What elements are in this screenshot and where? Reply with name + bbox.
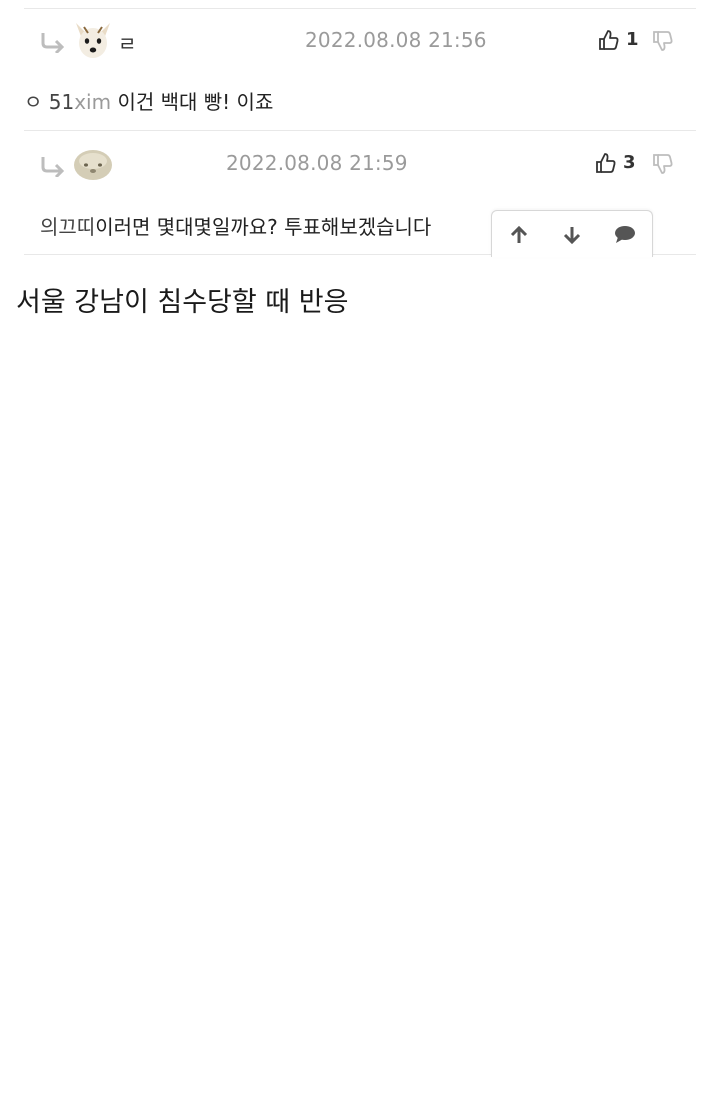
comment-author-nickname[interactable]: ㄹ: [118, 28, 136, 57]
mention-username[interactable]: xim: [74, 90, 111, 114]
like-count: 1: [626, 29, 639, 50]
avatar-animal-icon[interactable]: [72, 143, 114, 185]
comment-text: 이건 백대 빵! 이죠: [111, 90, 274, 114]
like-count: 3: [623, 152, 636, 173]
mention-prefix: ㅇ 51: [24, 90, 75, 114]
comment-body: 의끄띠이러면 몇대몇일까요? 투표해보겠습니다: [40, 211, 431, 240]
comment-timestamp: 2022.08.08 21:59: [226, 151, 408, 175]
thumbs-up-icon[interactable]: [595, 152, 617, 174]
post-title: 서울 강남이 침수당할 때 반응: [16, 287, 349, 318]
comment-body: ㅇ 51xim 이건 백대 빵! 이죠: [24, 86, 273, 115]
arrow-up-icon: [510, 225, 528, 243]
comment-divider: [24, 130, 696, 131]
top-divider: [24, 8, 696, 9]
comment-text: 이러면 몇대몇일까요? 투표해보겠습니다: [95, 215, 432, 239]
scroll-up-button[interactable]: [506, 223, 532, 247]
reply-arrow-icon: [41, 157, 65, 177]
reply-arrow-icon: [41, 33, 65, 53]
speech-bubble-icon: [615, 226, 635, 243]
thumbs-up-icon[interactable]: [598, 29, 620, 51]
comment-timestamp: 2022.08.08 21:56: [305, 28, 487, 52]
thumbs-down-icon[interactable]: [652, 30, 674, 52]
arrow-down-icon: [563, 227, 581, 245]
floating-toolbar: [491, 210, 653, 257]
scroll-down-button[interactable]: [559, 223, 585, 247]
mention-prefix: 의끄띠: [40, 215, 96, 239]
comment-button[interactable]: [612, 223, 638, 247]
thumbs-down-icon[interactable]: [652, 153, 674, 175]
avatar-dog-icon[interactable]: [72, 19, 114, 61]
